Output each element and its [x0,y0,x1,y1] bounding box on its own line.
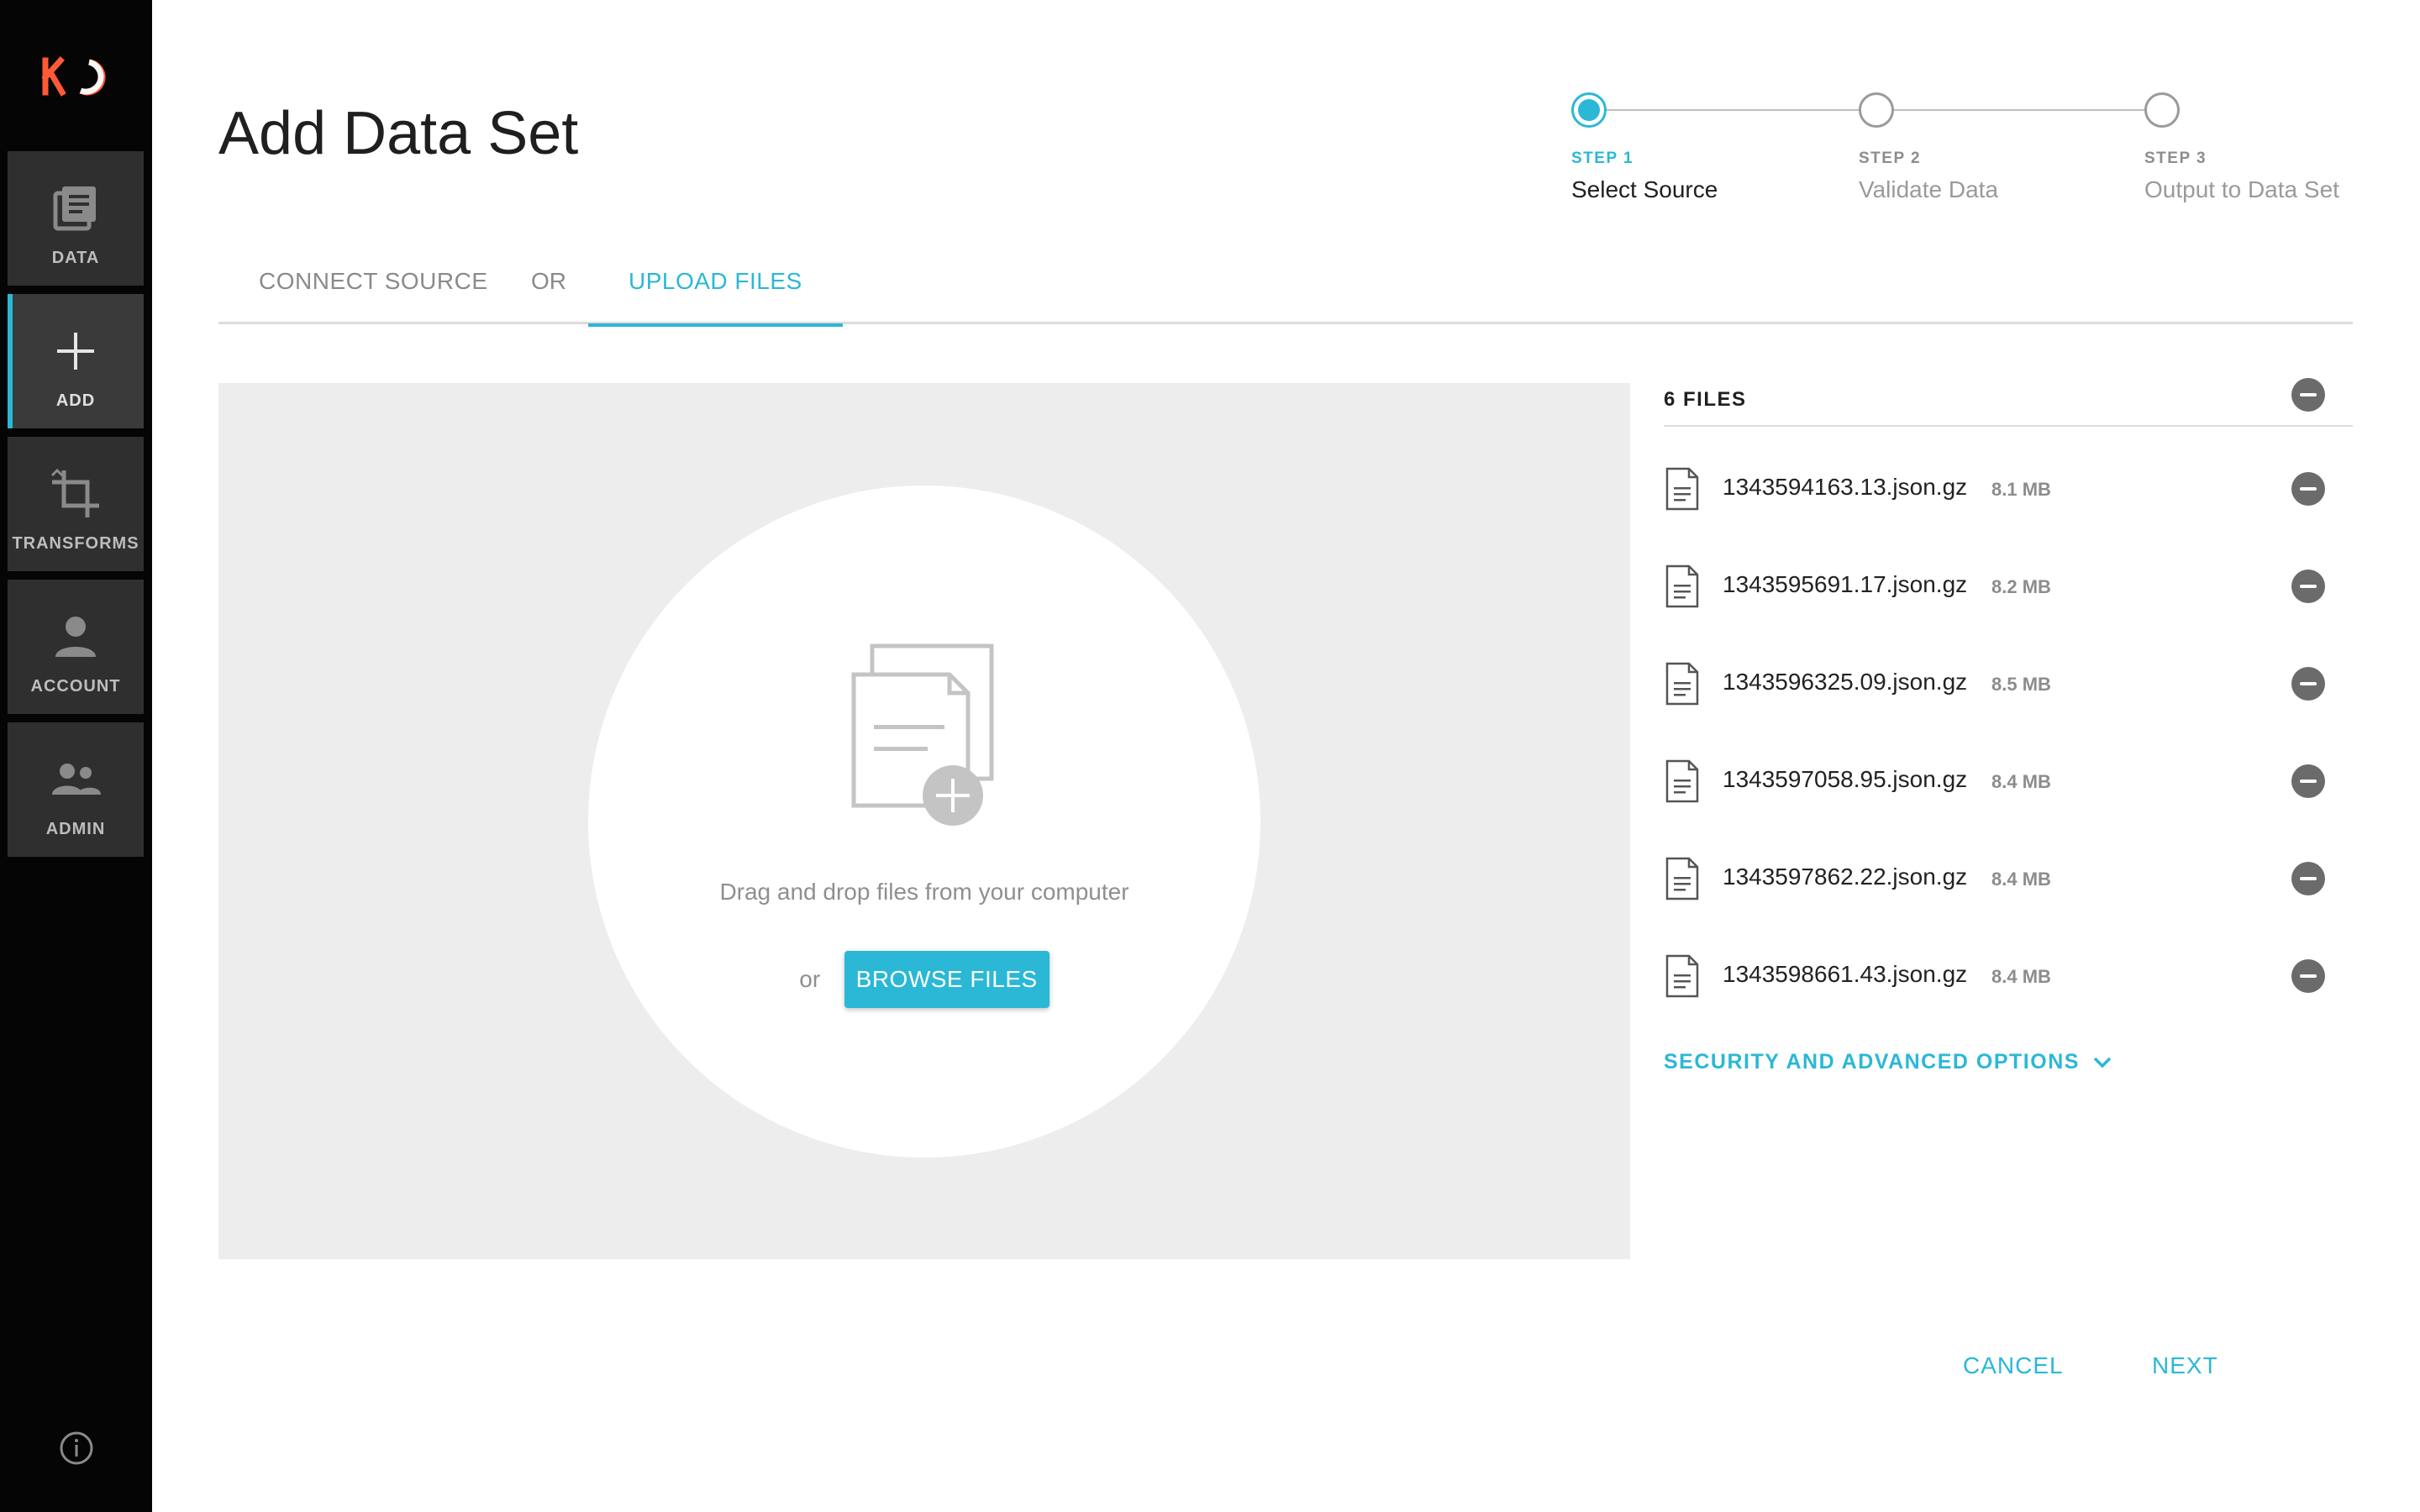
chevron-down-icon [2094,1058,2112,1068]
files-header: 6 FILES [1664,378,2353,427]
file-icon [1665,662,1699,706]
step-2-number: STEP 2 [1859,150,1922,167]
crop-icon [50,468,99,517]
browse-files-button[interactable]: BROWSE FILES [844,951,1050,1008]
file-size: 8.1 MB [1991,479,2051,500]
file-row: 1343594163.13.json.gz 8.1 MB [1664,450,2353,548]
browse-row: or BROWSE FILES [588,951,1260,1008]
tab-connect-source[interactable]: CONNECT SOURCE [218,267,529,324]
remove-file-button[interactable] [2291,472,2325,506]
step-3-indicator [2144,92,2180,128]
cancel-button[interactable]: CANCEL [1963,1352,2064,1379]
advanced-options-label: SECURITY AND ADVANCED OPTIONS [1664,1050,2080,1074]
sidebar-item-add[interactable]: ADD [8,294,144,428]
step-1-indicator [1571,92,1607,128]
sidebar-item-admin[interactable]: ADMIN [8,722,144,857]
browse-or-label: or [799,966,821,992]
stepper: STEP 1 Select Source STEP 2 Validate Dat… [1571,84,2370,218]
info-icon[interactable] [59,1431,94,1466]
step-1-number: STEP 1 [1571,150,1634,167]
file-dropzone[interactable]: Drag and drop files from your computer o… [218,383,1630,1259]
file-name: 1343597058.95.json.gz [1723,766,1968,792]
sidebar-item-transforms[interactable]: TRANSFORMS [8,437,144,571]
file-row: 1343597058.95.json.gz 8.4 MB [1664,743,2353,840]
tab-upload-files[interactable]: UPLOAD FILES [588,267,843,327]
sidebar-item-label: DATA [51,249,100,267]
files-count: 6 FILES [1664,388,1747,411]
file-row: 1343598661.43.json.gz 8.4 MB [1664,937,2353,1035]
remove-file-button[interactable] [2291,570,2325,603]
file-size: 8.4 MB [1991,966,2051,987]
next-button[interactable]: NEXT [2152,1352,2218,1379]
file-name: 1343596325.09.json.gz [1723,669,1968,695]
step-2-name: Validate Data [1859,176,1999,202]
files-panel: 6 FILES 1343594163.13.json.gz 8.1 MB 13435… [1664,378,2353,1074]
file-row: 1343596325.09.json.gz 8.5 MB [1664,645,2353,743]
step-3-name: Output to Data Set [2144,176,2339,202]
file-name: 1343598661.43.json.gz [1723,961,1968,987]
file-icon [1665,467,1699,511]
step-connector [1607,109,1859,111]
step-3-number: STEP 3 [2144,150,2207,167]
drop-target-circle: Drag and drop files from your computer o… [588,486,1260,1158]
sidebar-item-label: ADD [55,391,96,410]
file-size: 8.5 MB [1991,674,2051,695]
people-icon [52,764,101,795]
step-1-name: Select Source [1571,176,1718,202]
file-row: 1343597862.22.json.gz 8.4 MB [1664,840,2353,937]
file-icon [1665,954,1699,998]
page-title: Add Data Set [218,100,579,167]
tab-separator: OR [531,268,566,294]
advanced-options-toggle[interactable]: SECURITY AND ADVANCED OPTIONS [1664,1050,2112,1074]
sidebar-item-account[interactable]: ACCOUNT [8,580,144,714]
step-2-indicator [1859,92,1894,128]
file-name: 1343594163.13.json.gz [1723,474,1968,500]
file-icon [1665,857,1699,900]
sidebar-item-label: TRANSFORMS [12,534,139,553]
file-icon [1665,759,1699,803]
file-name: 1343595691.17.json.gz [1723,571,1968,597]
person-icon [55,617,96,657]
ko-logo [42,56,106,97]
file-size: 8.4 MB [1991,771,2051,792]
file-icon [1665,564,1699,608]
sidebar: DATA ADD TRANSFORMS ACCOUNT ADMIN [0,0,152,1512]
sidebar-item-label: ADMIN [45,820,106,838]
upload-files-icon [851,643,994,826]
step-connector [1894,109,2144,111]
file-list: 1343594163.13.json.gz 8.1 MB 1343595691.17… [1664,450,2353,1035]
source-tabs: CONNECT SOURCE OR UPLOAD FILES [218,252,2353,327]
remove-file-button[interactable] [2291,764,2325,798]
sidebar-item-label: ACCOUNT [30,677,121,696]
remove-file-button[interactable] [2291,667,2325,701]
data-icon [53,186,96,231]
plus-icon [57,333,94,370]
file-size: 8.4 MB [1991,869,2051,890]
remove-file-button[interactable] [2291,959,2325,993]
drop-instruction: Drag and drop files from your computer [719,879,1129,905]
file-row: 1343595691.17.json.gz 8.2 MB [1664,548,2353,645]
remove-all-button[interactable] [2291,378,2325,412]
sidebar-item-data[interactable]: DATA [8,151,144,286]
file-name: 1343597862.22.json.gz [1723,864,1968,890]
remove-file-button[interactable] [2291,862,2325,895]
file-size: 8.2 MB [1991,576,2051,597]
